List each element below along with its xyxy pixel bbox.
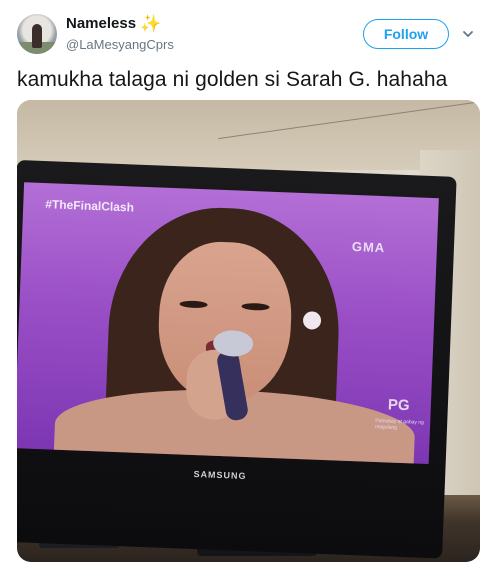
tv-bezel: #TheFinalClash GMA PG Patnubay at gabay … bbox=[17, 160, 457, 559]
display-name-row[interactable]: Nameless ✨ bbox=[66, 15, 161, 32]
tv-brand: SAMSUNG bbox=[193, 469, 247, 482]
rating-badge: PG bbox=[387, 396, 410, 415]
display-name[interactable]: Nameless bbox=[66, 15, 136, 32]
tweet-text: kamukha talaga ni golden si Sarah G. hah… bbox=[17, 68, 448, 91]
screen-hashtag: #TheFinalClash bbox=[45, 197, 135, 215]
chevron-down-icon[interactable] bbox=[462, 28, 474, 40]
avatar-figure bbox=[32, 24, 42, 48]
channel-logo: GMA bbox=[351, 238, 386, 256]
avatar[interactable] bbox=[17, 14, 57, 54]
tv-screen: #TheFinalClash GMA PG Patnubay at gabay … bbox=[17, 182, 439, 465]
sparkle-icon: ✨ bbox=[140, 14, 162, 33]
tweet-photo[interactable]: #TheFinalClash GMA PG Patnubay at gabay … bbox=[17, 100, 480, 562]
follow-button[interactable]: Follow bbox=[363, 19, 449, 49]
user-handle[interactable]: @LaMesyangCprs bbox=[66, 37, 174, 52]
rating-note: Patnubay at gabay ng magulang bbox=[374, 417, 424, 431]
